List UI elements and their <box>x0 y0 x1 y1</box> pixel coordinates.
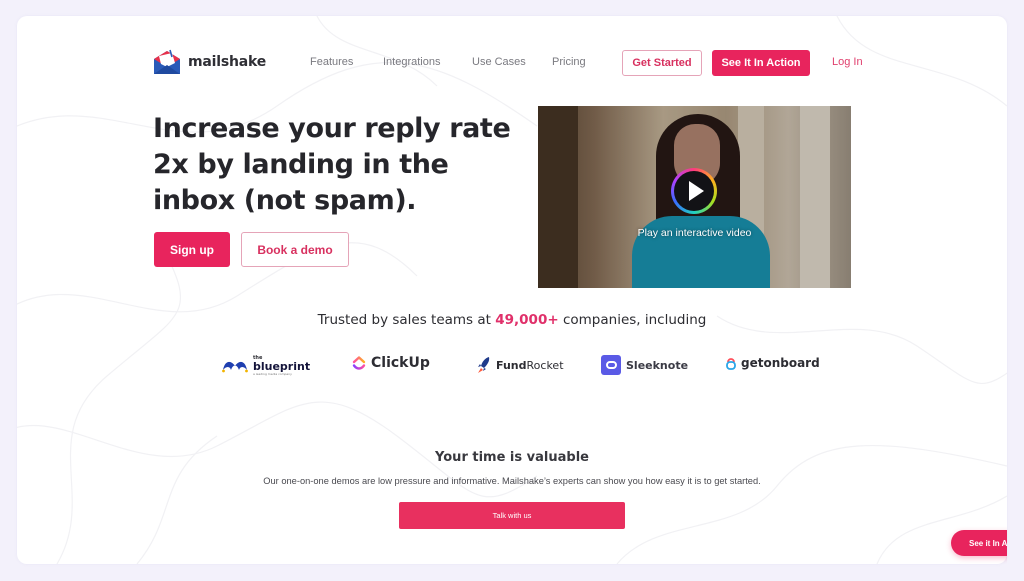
logo-clickup: ClickUp <box>352 355 430 371</box>
fundrocket-name-bold: Fund <box>496 358 527 372</box>
blueprint-jester-icon <box>222 361 248 373</box>
company-count: 49,000+ <box>495 312 559 328</box>
get-started-button[interactable]: Get Started <box>622 50 702 76</box>
page-frame: mailshake Features Integrations Use Case… <box>17 16 1007 564</box>
play-icon <box>688 181 704 201</box>
trusted-prefix: Trusted by sales teams at <box>317 312 496 328</box>
clickup-name: ClickUp <box>371 355 430 371</box>
sleeknote-icon <box>601 355 621 375</box>
blueprint-name: blueprint <box>253 360 311 373</box>
clickup-icon <box>352 356 366 370</box>
trusted-suffix: companies, including <box>558 312 707 328</box>
nav-features[interactable]: Features <box>310 56 383 68</box>
trusted-by-text: Trusted by sales teams at 49,000+ compan… <box>17 312 1007 328</box>
logo-blueprint: the blueprint a leading media company <box>222 356 310 376</box>
floating-see-in-action-button[interactable]: See it In Action <box>951 530 1007 556</box>
main-nav: Features Integrations Use Cases Pricing <box>310 56 612 68</box>
play-button[interactable] <box>671 168 717 214</box>
fundrocket-name-rest: Rocket <box>526 358 564 372</box>
nav-integrations[interactable]: Integrations <box>383 56 472 68</box>
logo-fundrocket: FundRocket <box>477 356 564 374</box>
getonboard-icon <box>726 358 736 370</box>
book-demo-button[interactable]: Book a demo <box>241 232 349 267</box>
play-button-inner <box>674 171 714 211</box>
sleeknote-name: Sleeknote <box>626 358 689 372</box>
logo[interactable]: mailshake <box>152 48 266 76</box>
sign-up-button[interactable]: Sign up <box>154 232 230 267</box>
logo-sleeknote: Sleeknote <box>601 355 688 375</box>
fundrocket-wordmark: FundRocket <box>496 359 564 372</box>
nav-use-cases[interactable]: Use Cases <box>472 56 552 68</box>
rocket-icon <box>478 357 490 373</box>
see-it-in-action-button[interactable]: See It In Action <box>712 50 810 76</box>
nav-pricing[interactable]: Pricing <box>552 56 612 68</box>
cta-description: Our one-on-one demos are low pressure an… <box>263 476 761 486</box>
logo-text: mailshake <box>188 54 267 70</box>
getonboard-name: getonboard <box>741 356 820 370</box>
talk-with-us-button[interactable]: Talk with us <box>399 502 625 529</box>
blueprint-tagline: a leading media company <box>253 372 292 376</box>
envelope-icon <box>154 49 180 74</box>
cta-title: Your time is valuable <box>435 450 589 465</box>
logo-getonboard: getonboard <box>726 356 820 370</box>
video-player[interactable]: Play an interactive video <box>538 106 851 288</box>
customer-logos: the blueprint a leading media company Cl… <box>17 354 1007 378</box>
blueprint-wordmark: the blueprint a leading media company <box>253 356 310 376</box>
video-caption: Play an interactive video <box>637 227 752 239</box>
login-link[interactable]: Log In <box>832 56 863 68</box>
hero-title: Increase your reply rate 2x by landing i… <box>153 113 511 216</box>
